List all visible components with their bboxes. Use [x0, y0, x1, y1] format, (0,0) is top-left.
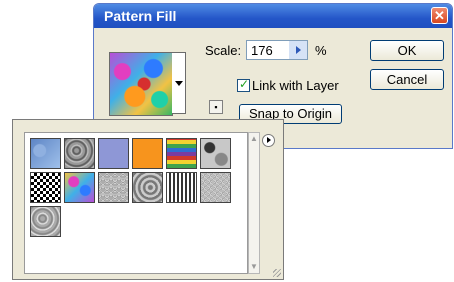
scale-value[interactable]: 176: [251, 43, 273, 58]
pattern-swatch[interactable]: [30, 172, 61, 203]
pattern-swatch[interactable]: [200, 172, 231, 203]
pattern-swatch[interactable]: [132, 138, 163, 169]
pattern-swatch[interactable]: [98, 138, 129, 169]
pattern-swatch[interactable]: [166, 138, 197, 169]
close-icon[interactable]: ✕: [431, 7, 448, 24]
pattern-swatch[interactable]: [132, 172, 163, 203]
scale-slider-arrow-icon[interactable]: [289, 41, 307, 59]
dialog-title: Pattern Fill: [104, 8, 177, 24]
link-with-layer-checkbox[interactable]: [237, 77, 250, 92]
flyout-menu-icon[interactable]: [262, 134, 275, 147]
scroll-up-icon[interactable]: ▲: [249, 133, 259, 145]
pattern-swatch[interactable]: [98, 172, 129, 203]
pattern-swatch[interactable]: [200, 138, 231, 169]
pattern-swatch[interactable]: [64, 172, 95, 203]
scale-unit: %: [315, 43, 327, 58]
pattern-swatch[interactable]: [64, 138, 95, 169]
cancel-button[interactable]: Cancel: [370, 69, 444, 90]
pattern-swatch[interactable]: [30, 138, 61, 169]
pattern-preview-picker[interactable]: [109, 52, 189, 116]
ok-button[interactable]: OK: [370, 40, 444, 61]
pattern-grid-scrollbar[interactable]: ▲ ▼: [248, 132, 260, 274]
pattern-preview[interactable]: [109, 52, 173, 116]
scroll-down-icon[interactable]: ▼: [249, 261, 259, 273]
pattern-picker-popup: ▲ ▼: [12, 119, 284, 280]
resize-grip-icon[interactable]: [273, 269, 281, 277]
title-bar[interactable]: Pattern Fill ✕: [94, 4, 452, 28]
pattern-swatch[interactable]: [30, 206, 61, 237]
chevron-down-icon[interactable]: [172, 52, 186, 114]
pattern-swatch[interactable]: [166, 172, 197, 203]
link-with-layer-label[interactable]: Link with Layer: [252, 78, 339, 93]
pattern-grid: [24, 132, 248, 274]
new-preset-icon[interactable]: ▪: [209, 100, 223, 114]
scale-input[interactable]: 176: [246, 40, 308, 60]
scale-label: Scale:: [205, 43, 242, 58]
